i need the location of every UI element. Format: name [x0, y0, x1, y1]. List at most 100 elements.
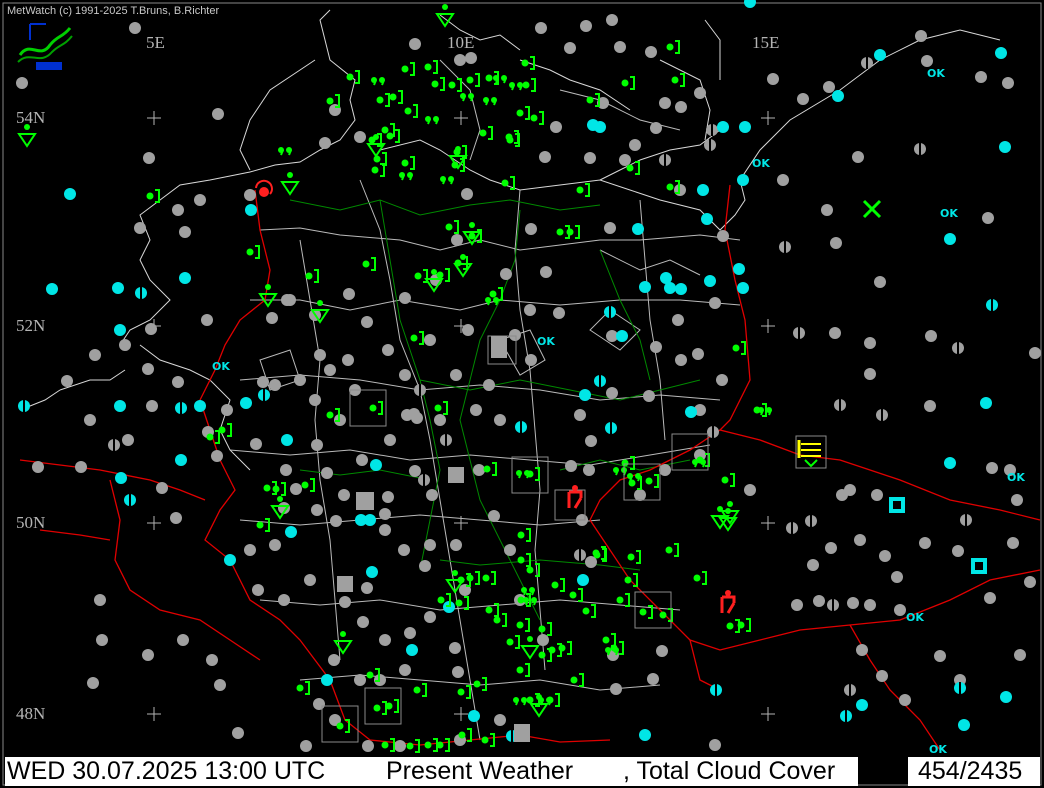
cloud-cover-icon — [1014, 649, 1026, 661]
cloud-cover-icon — [834, 399, 846, 411]
cloud-cover-icon — [142, 363, 154, 375]
cloud-cover-icon — [606, 14, 618, 26]
cloud-cover-icon — [1024, 576, 1036, 588]
cloud-cover-icon — [244, 544, 256, 556]
cloud-cover-icon — [450, 369, 462, 381]
cloud-cover-icon — [606, 387, 618, 399]
cloud-cover-few-icon — [124, 494, 136, 506]
cloud-cover-icon — [465, 52, 477, 64]
cloud-cover-icon — [343, 288, 355, 300]
cloud-cover-icon — [319, 137, 331, 149]
cloud-cover-icon — [876, 670, 888, 682]
cloud-cover-icon — [925, 330, 937, 342]
cloud-cover-icon — [643, 390, 655, 402]
cloud-cover-icon — [899, 694, 911, 706]
cloud-cover-icon — [290, 483, 302, 495]
cloud-cover-icon — [852, 151, 864, 163]
cloud-cover-few-icon — [664, 282, 676, 294]
cloud-cover-icon — [565, 460, 577, 472]
cloud-cover-few-icon — [954, 682, 966, 694]
cloud-cover-icon — [952, 545, 964, 557]
cloud-cover-few-icon — [579, 389, 591, 401]
cloud-cover-icon — [269, 539, 281, 551]
cloud-cover-icon — [338, 489, 350, 501]
cloud-cover-icon — [984, 592, 996, 604]
cloud-cover-icon — [574, 549, 586, 561]
cloud-cover-icon — [629, 139, 641, 151]
cloud-cover-icon — [145, 323, 157, 335]
status-product: Present Weather — [386, 757, 574, 785]
cloud-cover-icon — [269, 379, 281, 391]
cloud-cover-icon — [294, 374, 306, 386]
cloud-cover-icon — [864, 368, 876, 380]
cloud-cover-few-icon — [594, 375, 606, 387]
cloud-cover-icon — [854, 534, 866, 546]
cloud-cover-icon — [975, 71, 987, 83]
cloud-cover-icon — [414, 384, 426, 396]
cloud-cover-icon — [108, 439, 120, 451]
cloud-cover-few-icon — [944, 457, 956, 469]
cloud-cover-few-icon — [112, 282, 124, 294]
cloud-cover-icon — [75, 461, 87, 473]
cloud-cover-few-icon — [980, 397, 992, 409]
cloud-cover-few-icon — [604, 306, 616, 318]
lon-label-5e: 5E — [146, 33, 165, 52]
cloud-cover-few-icon — [685, 406, 697, 418]
cloud-cover-icon — [440, 434, 452, 446]
cloud-cover-icon — [659, 154, 671, 166]
cloud-cover-few-icon — [179, 272, 191, 284]
cloud-cover-icon — [692, 348, 704, 360]
cloud-cover-icon — [921, 55, 933, 67]
cloud-cover-icon — [716, 374, 728, 386]
cloud-cover-icon — [418, 474, 430, 486]
cloud-cover-few-icon — [18, 400, 30, 412]
cloud-cover-few-icon — [639, 281, 651, 293]
cloud-cover-icon — [934, 650, 946, 662]
cloud-cover-icon — [94, 594, 106, 606]
cloud-cover-icon — [856, 644, 868, 656]
cloud-cover-icon — [211, 450, 223, 462]
cloud-cover-icon — [119, 339, 131, 351]
cloud-cover-icon — [399, 369, 411, 381]
cloud-cover-icon — [823, 81, 835, 93]
cloud-cover-icon — [354, 131, 366, 143]
cloud-cover-few-icon — [999, 141, 1011, 153]
cloud-cover-icon — [156, 482, 168, 494]
cloud-cover-icon — [694, 87, 706, 99]
cloud-cover-icon — [891, 571, 903, 583]
cloud-cover-icon — [707, 426, 719, 438]
cloud-cover-icon — [894, 604, 906, 616]
cloud-cover-icon — [827, 599, 839, 611]
cloud-cover-few-icon — [605, 422, 617, 434]
ok-clear-label: OK — [940, 207, 958, 220]
cloud-cover-few-icon — [632, 223, 644, 235]
cloud-cover-icon — [777, 174, 789, 186]
cloud-cover-few-icon — [986, 299, 998, 311]
cloud-cover-icon — [401, 409, 413, 421]
cloud-cover-icon — [462, 324, 474, 336]
cloud-cover-icon — [399, 292, 411, 304]
cloud-cover-icon — [214, 679, 226, 691]
lon-label-15e: 15E — [752, 33, 780, 52]
cloud-cover-icon — [675, 101, 687, 113]
cloud-cover-few-icon — [406, 644, 418, 656]
cloud-cover-icon — [619, 154, 631, 166]
cloud-cover-icon — [424, 611, 436, 623]
cloud-cover-few-icon — [840, 710, 852, 722]
cloud-cover-icon — [786, 522, 798, 534]
cloud-cover-icon — [524, 304, 536, 316]
cloud-cover-few-icon — [577, 574, 589, 586]
cloud-cover-icon — [483, 379, 495, 391]
cloud-cover-icon — [767, 73, 779, 85]
cloud-cover-icon — [1007, 537, 1019, 549]
cloud-cover-few-icon — [115, 472, 127, 484]
cloud-cover-icon — [221, 404, 233, 416]
cloud-cover-icon — [379, 634, 391, 646]
cloud-cover-few-icon — [258, 389, 270, 401]
cloud-cover-icon — [194, 194, 206, 206]
cloud-cover-icon — [952, 342, 964, 354]
cloud-cover-few-icon — [856, 699, 868, 711]
cloud-cover-icon — [399, 664, 411, 676]
cloud-cover-icon — [924, 400, 936, 412]
weather-map[interactable]: OK OK OK OK OK OK OK OK — [0, 0, 1044, 788]
